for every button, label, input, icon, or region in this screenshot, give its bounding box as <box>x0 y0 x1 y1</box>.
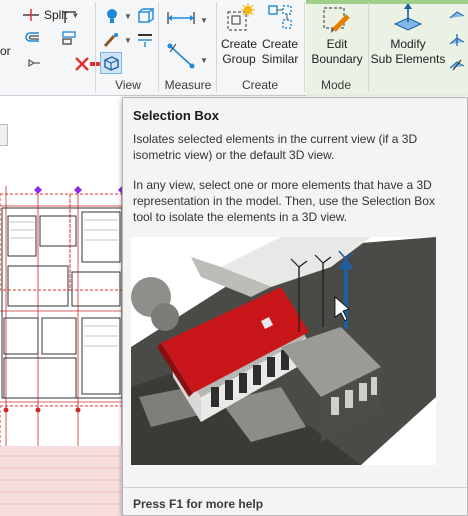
add-point-button[interactable] <box>448 6 466 22</box>
edit-boundary-label-line2: Boundary <box>311 52 363 66</box>
selection-box-icon <box>104 56 119 71</box>
cut-off-label: or <box>0 44 11 58</box>
tooltip-separator <box>123 487 467 488</box>
offset-button[interactable] <box>24 30 42 46</box>
delete-button[interactable] <box>74 56 90 72</box>
mode-panel-label: Mode <box>320 78 352 92</box>
revit-window: or Split ▼ ▼ ▼ View ▼ ▼ Measure Create G… <box>0 0 468 516</box>
ruler-icon <box>167 12 195 24</box>
add-split-line-button[interactable] <box>448 32 466 48</box>
chevron-down-icon: ▼ <box>200 16 208 25</box>
hide-in-view-button[interactable] <box>104 8 120 24</box>
pin-button[interactable] <box>26 56 42 70</box>
floor-plan-view[interactable] <box>0 146 126 516</box>
panel-separator <box>368 2 369 92</box>
view-tab[interactable] <box>0 124 8 146</box>
create-group-icon <box>222 2 256 34</box>
modify-sub-elements-button[interactable]: Modify Sub Elements <box>370 2 446 67</box>
panel-separator <box>216 2 217 92</box>
trim-icon <box>62 11 76 23</box>
create-similar-icon <box>263 2 297 34</box>
create-similar-button[interactable]: Create Similar <box>260 2 300 67</box>
align-icon <box>62 31 76 45</box>
create-panel-label: Create <box>241 78 279 92</box>
aligned-dimension-icon <box>167 43 195 69</box>
tooltip-description: Isolates selected elements in the curren… <box>133 132 418 162</box>
tooltip-selection-box: Selection Box Isolates selected elements… <box>122 97 468 516</box>
split-icon <box>23 9 39 21</box>
aligned-dimension-button[interactable] <box>166 40 196 70</box>
edit-boundary-label-line1: Edit <box>326 37 348 51</box>
view-panel-label: View <box>115 78 141 92</box>
delete-icon <box>75 57 89 71</box>
thin-lines-icon <box>138 34 152 47</box>
cube-icon <box>138 8 156 23</box>
house-3d-illustration <box>131 237 436 465</box>
modify-sub-elements-label-line1: Modify <box>390 37 426 51</box>
chevron-down-icon: ▼ <box>124 12 132 21</box>
split-line-icon <box>449 34 465 46</box>
tooltip-help-hint: Press F1 for more help <box>133 497 264 511</box>
lightbulb-icon <box>107 9 117 23</box>
chevron-down-icon: ▼ <box>124 36 132 45</box>
panel-separator <box>158 2 159 92</box>
ribbon: or Split ▼ ▼ ▼ View ▼ ▼ Measure Create G… <box>0 0 468 96</box>
thin-lines-button[interactable] <box>136 32 154 48</box>
pick-supports-button[interactable] <box>448 56 466 72</box>
offset-icon <box>25 32 39 42</box>
override-graphics-button[interactable] <box>102 32 120 48</box>
create-similar-label-line2: Similar <box>261 52 299 66</box>
modify-sub-elements-label-line2: Sub Elements <box>370 52 446 66</box>
measure-panel-label: Measure <box>164 78 212 92</box>
create-group-button[interactable]: Create Group <box>218 2 260 67</box>
tooltip-detail: In any view, select one or more elements… <box>133 178 435 224</box>
pick-supports-icon <box>449 59 465 71</box>
add-point-icon <box>449 11 465 19</box>
edit-boundary-button[interactable]: Edit Boundary <box>308 2 366 67</box>
create-similar-label-line1: Create <box>261 37 299 51</box>
align-button[interactable] <box>60 30 78 46</box>
edit-boundary-icon <box>320 2 354 34</box>
create-group-label-line2: Group <box>222 52 256 66</box>
tooltip-preview-image <box>131 237 436 465</box>
chevron-down-icon: ▼ <box>200 56 208 65</box>
panel-separator <box>304 2 305 92</box>
pin-icon <box>28 58 40 68</box>
tooltip-title: Selection Box <box>133 108 219 123</box>
floor-plan-drawing <box>0 146 126 516</box>
modify-sub-elements-icon <box>391 2 425 34</box>
panel-separator <box>95 2 96 92</box>
create-group-label-line1: Create <box>220 37 258 51</box>
paintbrush-icon <box>103 33 118 48</box>
measure-distance-button[interactable] <box>166 8 196 28</box>
trim-button[interactable] <box>60 8 78 24</box>
cube-button[interactable] <box>136 8 156 24</box>
selection-box-button[interactable] <box>100 52 122 74</box>
